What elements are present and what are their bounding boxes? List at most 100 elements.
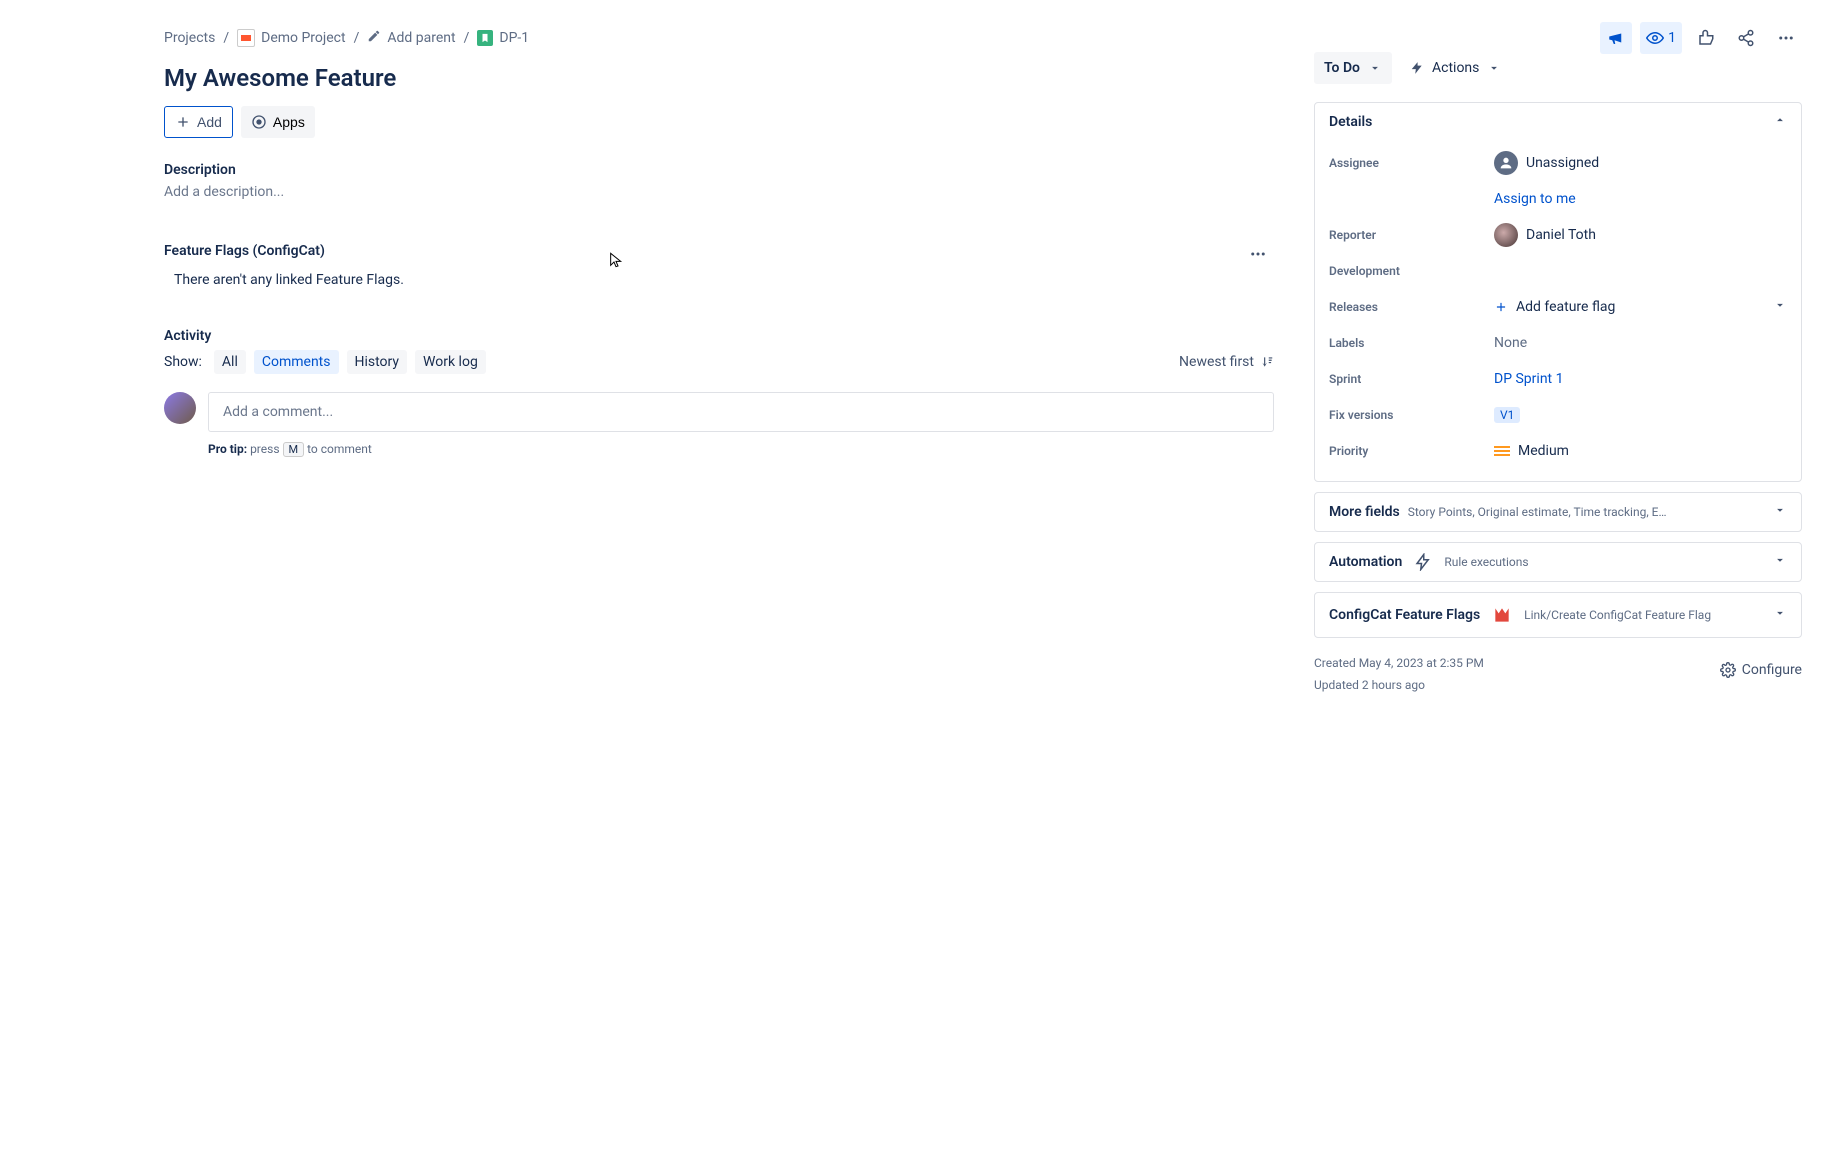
add-feature-flag-text: Add feature flag	[1516, 299, 1615, 315]
gear-icon	[1720, 662, 1736, 678]
issue-title[interactable]: My Awesome Feature	[164, 64, 1274, 92]
priority-value[interactable]: Medium	[1494, 443, 1569, 459]
configcat-sub: Link/Create ConfigCat Feature Flag	[1524, 608, 1711, 622]
eye-icon	[1646, 29, 1664, 47]
sort-toggle[interactable]: Newest first	[1179, 354, 1274, 370]
megaphone-icon	[1607, 29, 1625, 47]
actions-label: Actions	[1432, 60, 1479, 76]
chevron-down-icon	[1773, 503, 1787, 521]
more-fields-heading: More fields	[1329, 504, 1400, 520]
priority-label: Priority	[1329, 444, 1494, 458]
breadcrumb-separator: /	[354, 30, 360, 46]
comment-placeholder: Add a comment...	[223, 404, 333, 420]
actions-dropdown[interactable]: Actions	[1400, 52, 1511, 84]
breadcrumb-separator: /	[464, 30, 470, 46]
apps-button-label: Apps	[273, 114, 305, 130]
share-button[interactable]	[1730, 22, 1762, 54]
pro-tip-press: press	[250, 442, 279, 456]
labels-text: None	[1494, 335, 1527, 351]
sort-icon	[1260, 355, 1274, 369]
releases-label: Releases	[1329, 300, 1494, 314]
watchers-button[interactable]: 1	[1640, 22, 1682, 54]
assignee-value[interactable]: Unassigned	[1494, 151, 1599, 175]
feature-flags-empty-text: There aren't any linked Feature Flags.	[164, 272, 1274, 288]
assignee-text: Unassigned	[1526, 155, 1599, 171]
assignee-label: Assignee	[1329, 156, 1494, 170]
user-avatar	[164, 392, 196, 424]
pro-tip-suffix: to comment	[307, 442, 372, 456]
story-icon	[477, 30, 493, 46]
automation-sub: Rule executions	[1444, 555, 1528, 569]
reporter-value[interactable]: Daniel Toth	[1494, 223, 1596, 247]
add-feature-flag-link[interactable]: Add feature flag	[1494, 298, 1787, 316]
like-button[interactable]	[1690, 22, 1722, 54]
details-heading: Details	[1329, 114, 1372, 130]
unassigned-avatar-icon	[1494, 151, 1518, 175]
tab-history[interactable]: History	[347, 350, 408, 374]
labels-label: Labels	[1329, 336, 1494, 350]
chevron-down-icon	[1368, 61, 1382, 75]
breadcrumb-project[interactable]: Demo Project	[261, 30, 345, 46]
development-label: Development	[1329, 264, 1494, 278]
created-timestamp: Created May 4, 2023 at 2:35 PM	[1314, 656, 1484, 670]
automation-panel-header[interactable]: Automation Rule executions	[1315, 543, 1801, 581]
more-fields-sub: Story Points, Original estimate, Time tr…	[1408, 505, 1668, 519]
fix-versions-value[interactable]: V1	[1494, 407, 1520, 423]
tab-comments[interactable]: Comments	[254, 350, 339, 374]
feedback-button[interactable]	[1600, 22, 1632, 54]
tab-worklog[interactable]: Work log	[415, 350, 486, 374]
labels-value[interactable]: None	[1494, 335, 1527, 351]
breadcrumb-issue-key[interactable]: DP-1	[499, 30, 529, 46]
tab-all[interactable]: All	[214, 350, 246, 374]
sprint-value[interactable]: DP Sprint 1	[1494, 371, 1563, 387]
add-button-label: Add	[197, 114, 222, 130]
thumbs-up-icon	[1697, 29, 1715, 47]
lightning-icon	[1414, 553, 1432, 571]
breadcrumb-separator: /	[223, 30, 229, 46]
updated-timestamp: Updated 2 hours ago	[1314, 678, 1484, 692]
breadcrumb-projects[interactable]: Projects	[164, 30, 215, 46]
breadcrumb: Projects / Demo Project / Add parent / D…	[164, 29, 529, 47]
plus-icon	[175, 114, 191, 130]
assign-to-me-link[interactable]: Assign to me	[1494, 191, 1576, 207]
breadcrumb-add-parent[interactable]: Add parent	[387, 30, 455, 46]
activity-show-label: Show:	[164, 354, 202, 370]
feature-flags-more-button[interactable]	[1242, 238, 1274, 270]
project-icon	[237, 29, 255, 47]
chevron-down-icon	[1773, 606, 1787, 624]
activity-heading: Activity	[164, 328, 1274, 344]
apps-icon	[251, 114, 267, 130]
automation-heading: Automation	[1329, 554, 1402, 570]
sprint-link: DP Sprint 1	[1494, 371, 1563, 387]
add-button[interactable]: Add	[164, 106, 233, 138]
chevron-down-icon[interactable]	[1773, 298, 1787, 316]
pro-tip-key: M	[283, 442, 305, 457]
watchers-count: 1	[1668, 30, 1676, 46]
reporter-text: Daniel Toth	[1526, 227, 1596, 243]
configure-button[interactable]: Configure	[1720, 662, 1802, 678]
configcat-panel-header[interactable]: ConfigCat Feature Flags Link/Create Conf…	[1315, 593, 1801, 637]
fix-versions-label: Fix versions	[1329, 408, 1494, 422]
description-heading: Description	[164, 162, 1274, 178]
description-placeholder[interactable]: Add a description...	[164, 184, 1274, 200]
reporter-label: Reporter	[1329, 228, 1494, 242]
apps-button[interactable]: Apps	[241, 106, 315, 138]
configure-label: Configure	[1742, 662, 1802, 678]
priority-text: Medium	[1518, 443, 1569, 459]
pro-tip-label: Pro tip:	[208, 442, 247, 456]
more-fields-panel-header[interactable]: More fields Story Points, Original estim…	[1315, 493, 1801, 531]
lightning-icon	[1410, 61, 1424, 75]
details-panel-header[interactable]: Details	[1315, 103, 1801, 141]
chevron-down-icon	[1773, 553, 1787, 571]
more-actions-button[interactable]	[1770, 22, 1802, 54]
pencil-icon	[367, 29, 381, 47]
comment-input[interactable]: Add a comment...	[208, 392, 1274, 432]
status-dropdown[interactable]: To Do	[1314, 52, 1392, 84]
feature-flags-heading: Feature Flags (ConfigCat)	[164, 243, 325, 259]
reporter-avatar	[1494, 223, 1518, 247]
configcat-icon	[1490, 603, 1514, 627]
chevron-up-icon	[1773, 113, 1787, 131]
more-horizontal-icon	[1249, 245, 1267, 263]
fix-version-lozenge: V1	[1494, 407, 1520, 423]
sprint-label: Sprint	[1329, 372, 1494, 386]
